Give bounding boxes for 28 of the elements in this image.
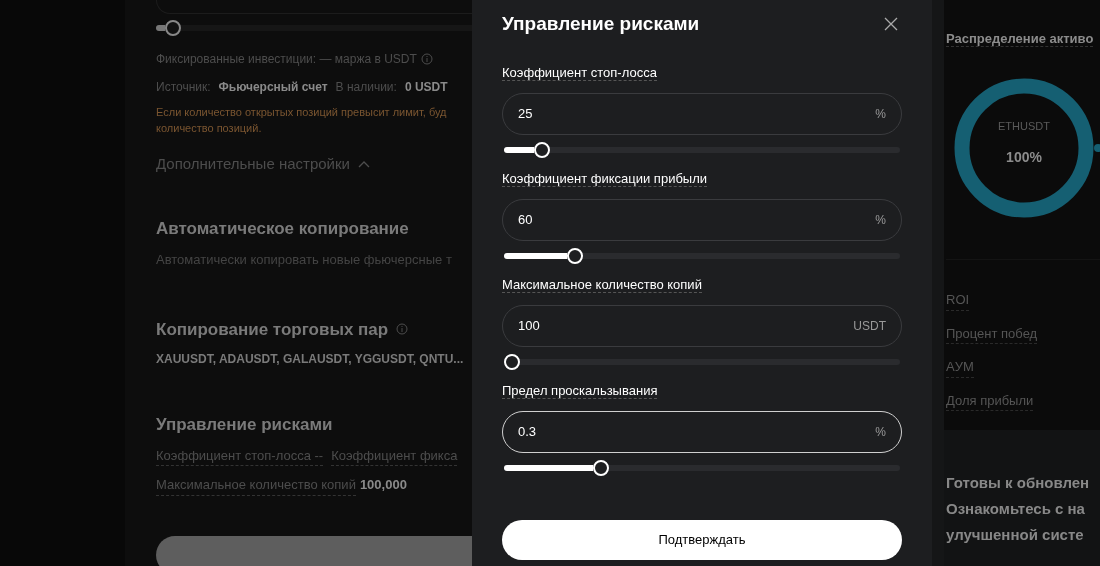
metric-label: AУМ	[946, 357, 974, 378]
source-label: Источник:	[156, 79, 211, 96]
donut-label: ETHUSDT	[998, 119, 1050, 134]
promo-heading: Готовы к обновлен Ознакомьтесь с на улучшенной систе	[946, 473, 1091, 545]
source-value: Фьючерсный счет	[218, 79, 328, 96]
field-label: Предел проскальзывания	[502, 382, 658, 399]
max-copies-label: Максимальное количество копий	[156, 475, 356, 496]
section-title: Копирование торговых пар	[156, 318, 389, 341]
pairs-list: XAUUSDT, ADAUSDT, GALAUSDT, YGGUSDT, QNTU...	[156, 350, 472, 368]
metric-label: ROI	[946, 290, 970, 311]
metric-label: Доля прибыли	[946, 390, 1034, 411]
field-label: Коэффициент стоп-лосса	[502, 64, 657, 81]
field-label: Максимальное количество копий	[502, 276, 702, 293]
available-value: 0 USDT	[404, 79, 448, 96]
confirm-button[interactable]: Подтверждать	[502, 519, 902, 560]
allocation-title: Распределение активо	[946, 31, 1094, 47]
donut-value: 100%	[1006, 147, 1042, 167]
available-label: В наличии:	[335, 79, 397, 96]
section-title: Управление рисками	[156, 414, 334, 436]
max-copies-value: 100,000	[359, 476, 407, 494]
take-profit-text: Коэффициент фикса	[331, 445, 458, 466]
modal-title: Управление рисками	[502, 12, 700, 36]
field-label: Коэффициент фиксации прибыли	[502, 170, 708, 187]
investment-text: Фиксированные инвестиции: — маржа в USDT	[156, 51, 417, 68]
warning-text: Если количество открытых позиций превысит лимит, буд количество позиций.	[156, 105, 448, 136]
metric-label: Процент побед	[946, 323, 1038, 344]
stop-loss-text: Коэффициент стоп-лосса --	[156, 445, 324, 466]
section-title: Автоматическое копирование	[156, 217, 410, 240]
